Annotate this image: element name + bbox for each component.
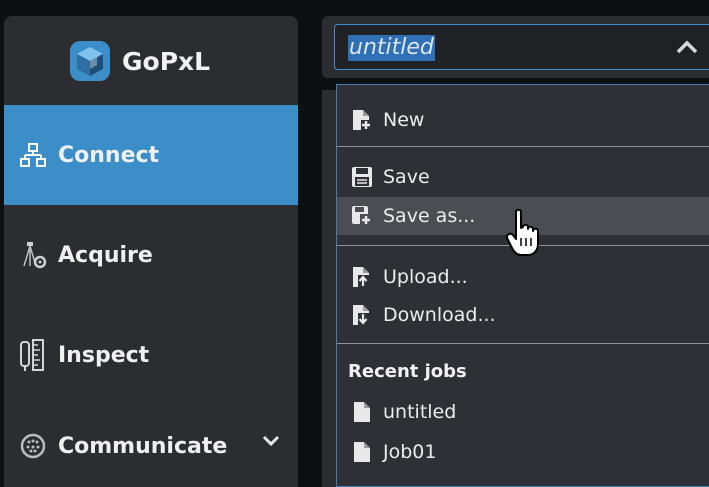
download-icon (349, 302, 375, 328)
menu-item-save[interactable]: Save (337, 158, 709, 196)
job-name-text[interactable]: untitled (348, 35, 435, 61)
app-logo[interactable]: GoPxL (68, 38, 210, 84)
menu-item-label: Save (383, 166, 430, 188)
chevron-down-icon[interactable] (262, 435, 280, 447)
logo-text: GoPxL (122, 46, 211, 76)
file-icon (349, 439, 375, 465)
menu-divider (337, 146, 709, 147)
hand-cursor-icon (505, 208, 539, 256)
recent-job-label: Job01 (383, 441, 437, 463)
sidebar-item-inspect[interactable]: Inspect (4, 305, 298, 405)
cube-logo-icon (70, 41, 110, 81)
network-icon (18, 140, 48, 170)
recent-jobs-heading: Recent jobs (348, 361, 467, 382)
sidebar-item-label: Inspect (58, 342, 150, 368)
job-selector: untitled (322, 16, 709, 78)
recent-job-item[interactable]: Job01 (337, 433, 709, 471)
file-icon (349, 399, 375, 425)
menu-item-download[interactable]: Download... (337, 296, 709, 334)
recent-job-item[interactable]: untitled (337, 393, 709, 431)
sensor-icon (18, 240, 48, 270)
sidebar-item-communicate[interactable]: Communicate (4, 405, 298, 487)
sidebar-item-label: Communicate (58, 433, 228, 459)
ruler-icon (18, 339, 48, 371)
save-as-icon (349, 203, 375, 229)
sidebar-item-connect[interactable]: Connect (4, 105, 298, 205)
menu-item-upload[interactable]: Upload... (337, 258, 709, 296)
sidebar-item-label: Connect (58, 142, 160, 168)
chevron-up-icon[interactable] (675, 39, 699, 55)
job-menu-dropdown: New Save Save as... Upload... Download..… (336, 84, 709, 487)
upload-icon (349, 264, 375, 290)
job-name-input[interactable]: untitled (334, 24, 709, 70)
menu-item-label: New (383, 109, 425, 131)
recent-job-label: untitled (383, 401, 457, 423)
new-file-icon (349, 107, 375, 133)
sidebar: GoPxL Connect Acquire Inspect Communicat… (4, 16, 298, 487)
save-icon (349, 164, 375, 190)
menu-item-label: Save as... (383, 205, 476, 227)
sidebar-item-label: Acquire (58, 242, 153, 268)
sidebar-item-acquire[interactable]: Acquire (4, 205, 298, 305)
connector-icon (18, 431, 48, 461)
menu-divider (337, 343, 709, 344)
menu-item-label: Upload... (383, 266, 468, 288)
menu-item-label: Download... (383, 304, 496, 326)
menu-item-new[interactable]: New (337, 101, 709, 139)
